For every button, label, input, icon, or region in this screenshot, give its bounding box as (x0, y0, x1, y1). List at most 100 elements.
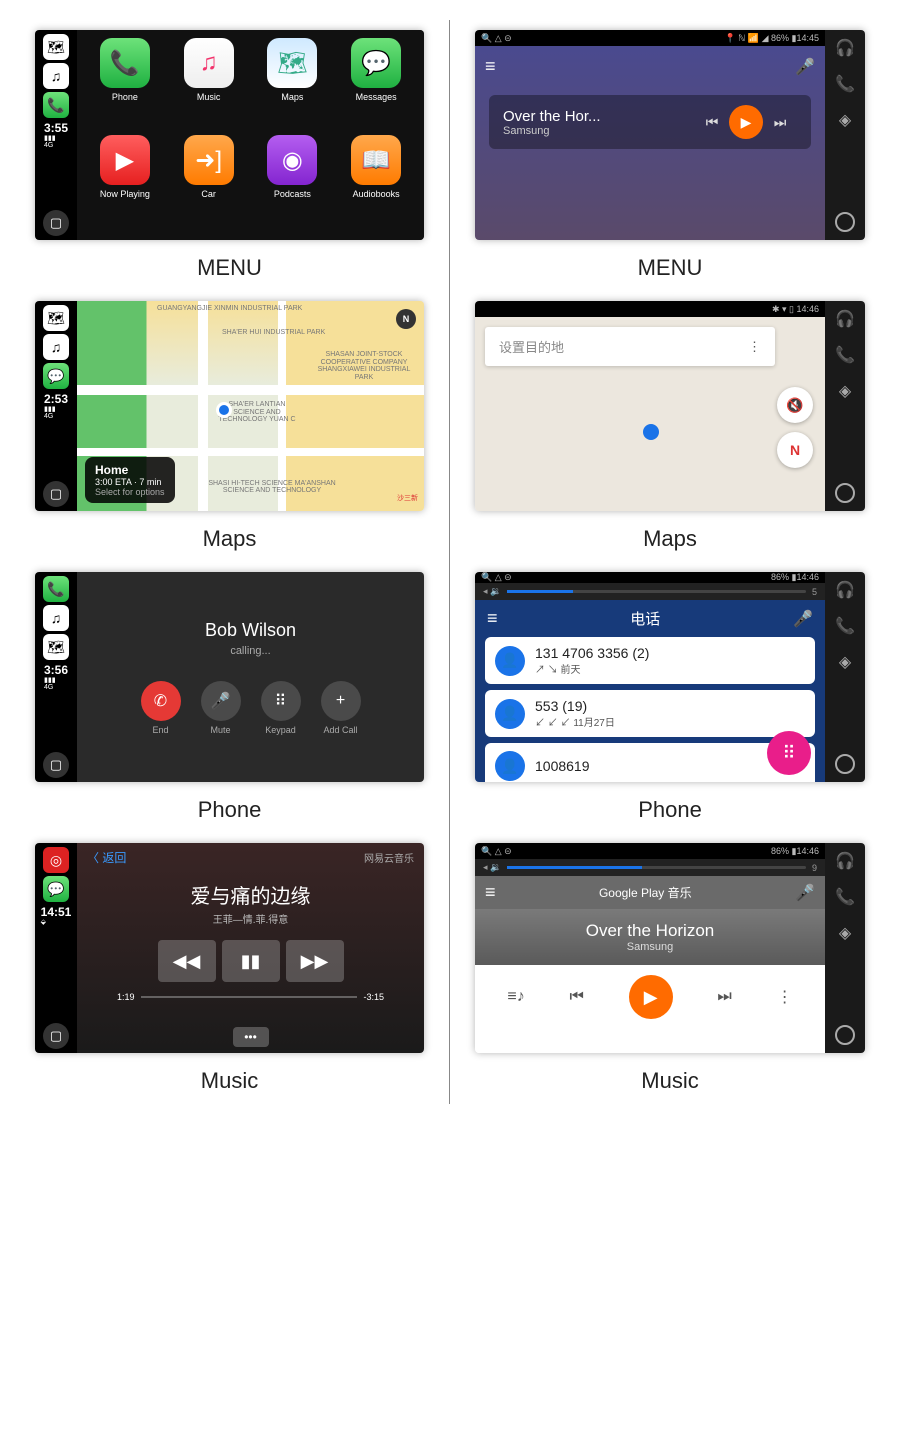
map-canvas[interactable]: 设置目的地⋮ 🔇 N (475, 317, 825, 511)
caption: Phone (475, 797, 865, 823)
recent-app-maps-icon[interactable]: 🗺 (43, 34, 69, 60)
recent-app-music-icon[interactable]: ♫ (43, 63, 69, 89)
phone-icon[interactable]: 📞 (835, 887, 855, 907)
headphones-icon[interactable]: 🎧 (835, 851, 855, 871)
headphones-icon[interactable]: 🎧 (835, 309, 855, 329)
app-label: Podcasts (274, 189, 311, 199)
now-playing-icon: ▶ (100, 135, 150, 185)
app-audiobooks[interactable]: 📖Audiobooks (334, 135, 418, 232)
music-icon: ♫ (184, 38, 234, 88)
app-podcasts[interactable]: ◉Podcasts (251, 135, 335, 232)
mute-button[interactable]: 🔇 (777, 387, 813, 423)
more-icon[interactable]: ⋮ (777, 987, 793, 1007)
phone-icon[interactable]: 📞 (835, 616, 855, 636)
pause-button[interactable]: ▮▮ (222, 940, 280, 982)
app-now-playing[interactable]: ▶ Now Playing (83, 135, 167, 232)
recent-app-netease-icon[interactable]: ◎ (43, 847, 69, 873)
rewind-button[interactable]: ◀◀ (158, 940, 216, 982)
destination-card[interactable]: Home 3:00 ETA · 7 min Select for options (85, 457, 175, 503)
headphones-icon[interactable]: 🎧 (835, 580, 855, 600)
signal: ▮▮▮4G (44, 677, 68, 691)
dialpad-button[interactable]: ⠿ (767, 731, 811, 775)
clock: 3:55 (44, 121, 68, 135)
next-button[interactable]: ⏭ (717, 988, 731, 1006)
track-title: Over the Hor... (503, 108, 695, 125)
home-button[interactable]: ▢ (43, 1023, 69, 1049)
keypad-button[interactable]: ⠿Keypad (261, 681, 301, 735)
app-maps[interactable]: 🗺Maps (251, 38, 335, 135)
status-bar: 🔍 △ ⊝86% ▮14:46 (475, 572, 825, 583)
android-sidebar: 🎧 📞 ◈ (825, 843, 865, 1053)
compass-button[interactable]: N (777, 432, 813, 468)
recent-app-music-icon[interactable]: ♫ (43, 605, 69, 631)
caption: Maps (35, 526, 424, 552)
circle-button[interactable] (835, 212, 855, 232)
more-icon[interactable]: ⋮ (748, 339, 761, 355)
caption: MENU (475, 255, 865, 281)
circle-button[interactable] (835, 483, 855, 503)
hamburger-icon[interactable]: ≡ (485, 56, 496, 77)
app-car[interactable]: ➜]Car (167, 135, 251, 232)
carplay-menu-screen: 🗺 ♫ 📞 3:55 ▮▮▮4G ▢ 📞Phone♫Music🗺Maps💬Mes… (35, 30, 424, 240)
carplay-sidebar: 🗺 ♫ 💬 2:53 ▮▮▮4G ▢ (35, 301, 77, 511)
mic-icon[interactable]: 🎤 (795, 57, 815, 77)
recent-app-phone-icon[interactable]: 📞 (43, 92, 69, 118)
hamburger-icon[interactable]: ≡ (487, 608, 498, 629)
nav-icon[interactable]: ◈ (839, 381, 851, 401)
home-button[interactable]: ▢ (43, 481, 69, 507)
recent-app-music-icon[interactable]: ♫ (43, 334, 69, 360)
forward-button[interactable]: ▶▶ (286, 940, 344, 982)
home-button[interactable]: ▢ (43, 210, 69, 236)
next-icon[interactable]: ⏭ (763, 105, 797, 139)
circle-button[interactable] (835, 754, 855, 774)
call-row[interactable]: 👤1008619 (485, 743, 815, 782)
mic-icon[interactable]: 🎤 (793, 609, 813, 629)
end-button[interactable]: ✆End (141, 681, 181, 735)
song-title: Over the Horizon (487, 921, 813, 941)
phone-icon[interactable]: 📞 (835, 345, 855, 365)
add-call-button[interactable]: +Add Call (321, 681, 361, 735)
previous-icon[interactable]: ⏮ (695, 105, 729, 139)
back-button[interactable]: 〈 返回 (87, 849, 126, 866)
mute-button[interactable]: 🎤Mute (201, 681, 241, 735)
messages-icon: 💬 (351, 38, 401, 88)
now-playing-card[interactable]: Over the Hor... Samsung ⏮ ▶ ⏭ (489, 95, 811, 149)
headphones-icon[interactable]: 🎧 (835, 38, 855, 58)
call-row[interactable]: 👤553 (19)↙ ↙ ↙ 11月27日 (485, 690, 815, 737)
recent-app-messages-icon[interactable]: 💬 (43, 363, 69, 389)
volume-bar[interactable]: ◂ 🔉5 (475, 583, 825, 600)
recent-app-maps-icon[interactable]: 🗺 (43, 634, 69, 660)
map-canvas[interactable]: GUANGYANGJIE XINMIN INDUSTRIAL PARK SHA'… (77, 301, 424, 511)
current-location-icon (643, 424, 659, 440)
signal: ▮▮▮4G (44, 135, 68, 149)
circle-button[interactable] (835, 1025, 855, 1045)
track-artist: Samsung (503, 125, 695, 137)
more-button[interactable]: ••• (233, 1027, 269, 1047)
recent-app-phone-icon[interactable]: 📞 (43, 576, 69, 602)
app-label: Now Playing (100, 189, 150, 199)
nav-icon[interactable]: ◈ (839, 923, 851, 943)
volume-bar[interactable]: ◂ 🔉9 (475, 859, 825, 876)
app-messages[interactable]: 💬Messages (334, 38, 418, 135)
call-row[interactable]: 👤131 4706 3356 (2)↗ ↘ 前天 (485, 637, 815, 684)
phone-icon[interactable]: 📞 (835, 74, 855, 94)
mic-icon[interactable]: 🎤 (795, 883, 815, 903)
android-sidebar: 🎧 📞 ◈ (825, 30, 865, 240)
progress-bar[interactable] (141, 996, 358, 998)
previous-button[interactable]: ⏮ (569, 988, 583, 1006)
nav-icon[interactable]: ◈ (839, 110, 851, 130)
recent-app-messages-icon[interactable]: 💬 (43, 876, 69, 902)
app-phone[interactable]: 📞Phone (83, 38, 167, 135)
app-music[interactable]: ♫Music (167, 38, 251, 135)
app-label: Phone (112, 92, 138, 102)
hamburger-icon[interactable]: ≡ (485, 882, 496, 903)
home-button[interactable]: ▢ (43, 752, 69, 778)
play-icon[interactable]: ▶ (729, 105, 763, 139)
recent-app-maps-icon[interactable]: 🗺 (43, 305, 69, 331)
compass-icon[interactable]: N (396, 309, 416, 329)
nav-icon[interactable]: ◈ (839, 652, 851, 672)
queue-icon[interactable]: ≡♪ (507, 988, 524, 1006)
play-button[interactable]: ▶ (629, 975, 673, 1019)
search-input[interactable]: 设置目的地⋮ (485, 327, 775, 366)
caption: Music (475, 1068, 865, 1094)
